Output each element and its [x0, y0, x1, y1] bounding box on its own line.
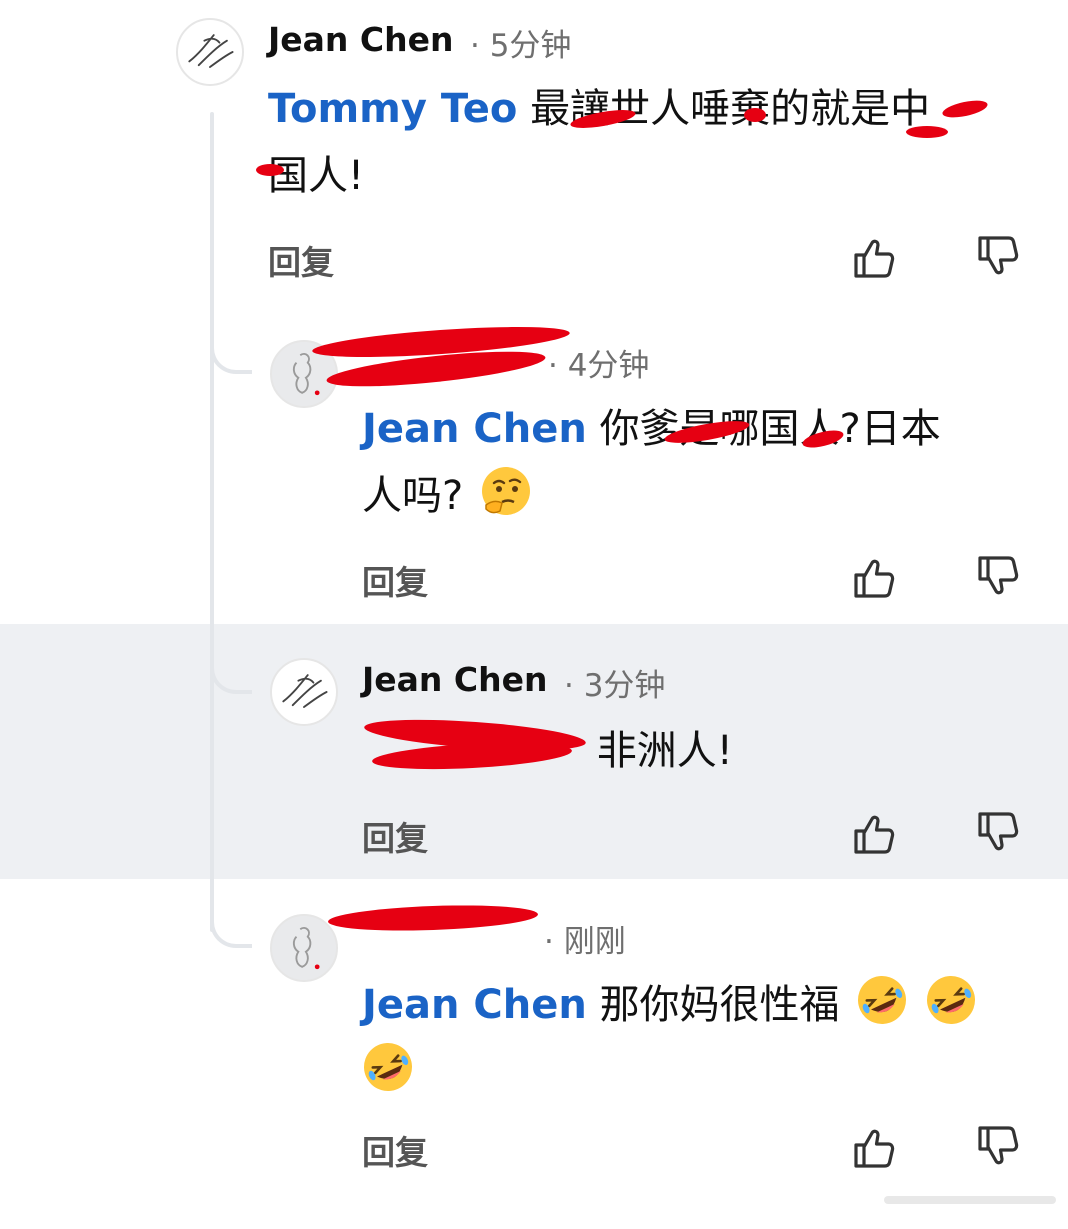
- thumbs-up-icon[interactable]: [850, 554, 898, 602]
- reply-button[interactable]: 回复: [362, 556, 428, 604]
- avatar[interactable]: [270, 914, 338, 982]
- comment-time: · 3分钟: [564, 668, 666, 704]
- thumbs-down-icon[interactable]: [974, 552, 1022, 600]
- rolling-laughing-icon: [927, 976, 975, 1024]
- avatar[interactable]: [270, 658, 338, 726]
- redaction-mark: [256, 164, 284, 176]
- scrollbar-indicator[interactable]: [884, 1196, 1056, 1204]
- thumbs-down-icon[interactable]: [974, 808, 1022, 856]
- comment-author[interactable]: Jean Chen: [268, 20, 454, 59]
- rolling-laughing-icon: [858, 976, 907, 1024]
- thread-connector: [210, 912, 252, 948]
- thumbs-up-icon[interactable]: [850, 810, 898, 858]
- mention-link[interactable]: Tommy Teo: [268, 86, 517, 132]
- redaction-mark: [906, 126, 948, 138]
- comment-time: · 刚刚: [544, 924, 626, 960]
- reply-button[interactable]: 回复: [362, 1126, 428, 1174]
- comment-author[interactable]: Jean Chen: [362, 660, 548, 699]
- reply-button[interactable]: 回复: [362, 812, 428, 860]
- redaction-mark: [744, 108, 766, 122]
- comment-text: 那你妈很性福: [599, 982, 840, 1028]
- reply-button[interactable]: 回复: [268, 236, 334, 284]
- thinking-face-icon: [481, 467, 530, 515]
- avatar[interactable]: [176, 18, 244, 86]
- mention-link[interactable]: Jean Chen: [362, 406, 587, 452]
- thread-line: [210, 112, 214, 932]
- thread-connector: [210, 338, 252, 374]
- comment-body: Tommy Teo 最讓世人唾棄的就是中 国人!: [268, 76, 1028, 210]
- thumbs-down-icon[interactable]: [974, 1122, 1022, 1170]
- thumbs-up-icon[interactable]: [850, 1124, 898, 1172]
- comment-text-continued: 人吗?: [362, 473, 464, 519]
- comment-text: 非洲人!: [596, 728, 733, 774]
- comment-time: · 5分钟: [470, 28, 572, 64]
- comment-time: · 4分钟: [548, 348, 650, 384]
- comment-body: Jean Chen 那你妈很性福: [362, 972, 1052, 1106]
- thumbs-up-icon[interactable]: [850, 234, 898, 282]
- rolling-laughing-icon: [364, 1043, 412, 1091]
- mention-link[interactable]: Jean Chen: [362, 982, 587, 1028]
- redaction-mark: [327, 902, 539, 934]
- thumbs-down-icon[interactable]: [974, 232, 1022, 280]
- comment-body: Jean Chen 你爹是哪国人?日本 人吗?: [362, 396, 1052, 530]
- comment-text: 你爹是哪国人?日本: [599, 406, 941, 452]
- comment-text-continued: 国人!: [268, 153, 365, 199]
